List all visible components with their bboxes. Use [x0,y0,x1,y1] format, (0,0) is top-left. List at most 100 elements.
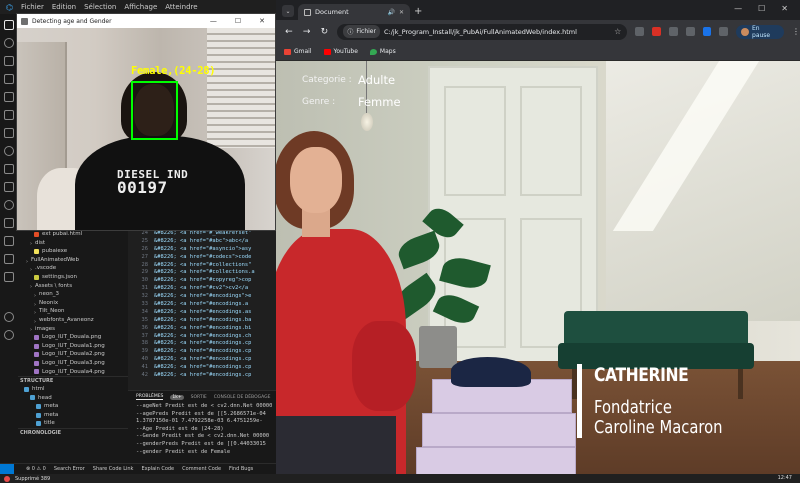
bookmark-maps[interactable]: Maps [369,48,396,55]
address-bar[interactable]: ⓘ Fichier C:/jk_Program_Install/jk_PubAi… [337,23,628,40]
tree-item[interactable]: Logo_IUT_Douala2.png [18,350,128,359]
source-control-icon[interactable] [4,56,14,66]
tree-item[interactable]: › neon_3 [18,290,128,299]
code-line[interactable]: 24 &#8226; <a href="#_weakrefset" [128,230,276,238]
extension-record-icon[interactable] [652,27,661,36]
status-comment-code[interactable]: Comment Code [182,466,221,472]
structure-item[interactable]: head [18,394,128,403]
run-debug-icon[interactable] [4,74,14,84]
structure-item[interactable]: meta [18,402,128,411]
code-line[interactable]: 39 &#8226; <a href="#encodings.cp [128,348,276,356]
url-text[interactable]: C:/jk_Program_Install/jk_PubAi/FullAnima… [384,28,577,36]
code-line[interactable]: 38 &#8226; <a href="#encodings.cp [128,340,276,348]
back-arrow-icon[interactable]: ← [284,27,294,37]
menu-item-edit[interactable]: Edition [52,3,76,11]
reload-icon[interactable]: ↻ [320,27,330,37]
testing-icon[interactable] [4,110,14,120]
tab-search-chevron-icon[interactable]: ⌄ [282,5,294,17]
tree-item[interactable]: › webfonts_Avaneonz [18,316,128,325]
tree-item[interactable]: › Neonix [18,299,128,308]
search-icon[interactable] [4,38,14,48]
browser-minimize-button[interactable]: — [734,4,742,13]
tab-debug-console[interactable]: CONSOLE DE DÉBOGAGE [214,395,271,400]
tree-item[interactable]: Logo_IUT_Douala1.png [18,342,128,351]
forward-arrow-icon[interactable]: → [302,27,312,37]
tree-item[interactable]: settings.json [18,273,128,282]
account-icon[interactable] [4,312,14,322]
browser-close-button[interactable]: ✕ [781,4,788,13]
structure-item[interactable]: title [18,419,128,428]
explorer-icon[interactable] [4,20,14,30]
tree-item[interactable]: Logo_IUT_Douala4.png [18,368,128,377]
tree-item[interactable]: › .vscode [18,264,128,273]
maximize-button[interactable]: ☐ [235,17,241,25]
code-line[interactable]: 32 &#8226; <a href="#encodings">e [128,293,276,301]
code-line[interactable]: 41 &#8226; <a href="#encodings.cp [128,364,276,372]
code-line[interactable]: 33 &#8226; <a href="#encodings.a [128,301,276,309]
extension-icon[interactable] [635,27,645,36]
tree-item[interactable]: Logo_IUT_Douala.png [18,333,128,342]
code-line[interactable]: 31 &#8226; <a href="#cv2">cv2</a [128,285,276,293]
bookmark-youtube[interactable]: YouTube [323,48,358,55]
structure-header[interactable]: STRUCTURE [18,376,128,385]
tab-output[interactable]: SORTIE [191,395,207,400]
site-info-chip[interactable]: ⓘ Fichier [343,25,380,38]
code-line[interactable]: 28 &#8226; <a href="#collections" [128,262,276,270]
media-control-icon[interactable] [702,27,712,36]
more-icon[interactable] [4,272,14,282]
bookmark-gmail[interactable]: Gmail [284,48,312,55]
tree-item[interactable]: Logo_IUT_Douala3.png [18,359,128,368]
menu-item-file[interactable]: Fichier [21,3,44,11]
tab-document[interactable]: Document 🔊 ✕ [298,4,410,20]
menu-item-go[interactable]: Atteindre [165,3,197,11]
age-gender-detection-window[interactable]: Detecting age and Gender — ☐ ✕ DIESEL IN… [16,13,276,231]
tree-item[interactable]: pubaiexe [18,247,128,256]
menu-item-view[interactable]: Affichage [124,3,157,11]
tree-item[interactable]: › dist [18,239,128,248]
status-share-code-link[interactable]: Share Code Link [93,466,134,472]
extension-shield-icon[interactable] [668,27,678,36]
more-menu-icon[interactable]: ⋮ [792,27,800,36]
code-line[interactable]: 35 &#8226; <a href="#encodings.ba [128,317,276,325]
video-page[interactable]: Categorie : Adulte Genre : Femme CATHERI… [276,61,800,474]
tab-close-icon[interactable]: ✕ [399,9,404,16]
code-line[interactable]: 42 &#8226; <a href="#encodings.cp [128,372,276,380]
status-problems[interactable]: ⊗ 0 ⚠ 0 [26,466,46,472]
terminal-icon[interactable] [4,236,14,246]
profile-button[interactable]: En pause [736,24,784,39]
timeline-header[interactable]: CHRONOLOGIE [18,428,128,437]
audio-playing-icon[interactable]: 🔊 [387,9,394,16]
copilot-icon[interactable] [4,146,14,156]
python-icon[interactable] [4,182,14,192]
tree-item[interactable]: › Assets \ fonts [18,282,128,291]
window-titlebar[interactable]: Detecting age and Gender — ☐ ✕ [17,14,275,28]
chat-icon[interactable] [4,200,14,210]
code-line[interactable]: 37 &#8226; <a href="#encodings.ch [128,333,276,341]
tree-item[interactable]: ext pubai.html [18,230,128,239]
status-explain-code[interactable]: Explain Code [141,466,174,472]
extensions-puzzle-icon[interactable] [685,27,695,36]
tree-item[interactable]: › images [18,325,128,334]
code-line[interactable]: 40 &#8226; <a href="#encodings.cp [128,356,276,364]
settings-gear-icon[interactable] [4,330,14,340]
remote-explorer-icon[interactable] [4,128,14,138]
tab-problems[interactable]: PROBLÈMES [136,394,164,400]
tree-item[interactable]: › Tilt_Neon [18,307,128,316]
browser-maximize-button[interactable]: ☐ [758,4,765,13]
new-tab-button[interactable]: + [414,6,422,17]
tree-item[interactable]: › FullAnimatedWeb [18,256,128,265]
code-line[interactable]: 30 &#8226; <a href="#copyreg">cop [128,277,276,285]
menu-item-selection[interactable]: Sélection [84,3,116,11]
code-line[interactable]: 27 &#8226; <a href="#codecs">code [128,254,276,262]
bookmark-star-icon[interactable]: ☆ [614,27,621,36]
database-icon[interactable] [4,218,14,228]
code-line[interactable]: 29 &#8226; <a href="#collections.a [128,269,276,277]
code-line[interactable]: 26 &#8226; <a href="#asyncio">asy [128,246,276,254]
close-button[interactable]: ✕ [259,17,265,25]
extensions-icon[interactable] [4,92,14,102]
clock[interactable]: 12:47 [778,475,792,481]
structure-item[interactable]: meta [18,411,128,420]
status-search-error[interactable]: Search Error [54,466,85,472]
minimize-button[interactable]: — [210,17,217,25]
structure-item[interactable]: html [18,385,128,394]
